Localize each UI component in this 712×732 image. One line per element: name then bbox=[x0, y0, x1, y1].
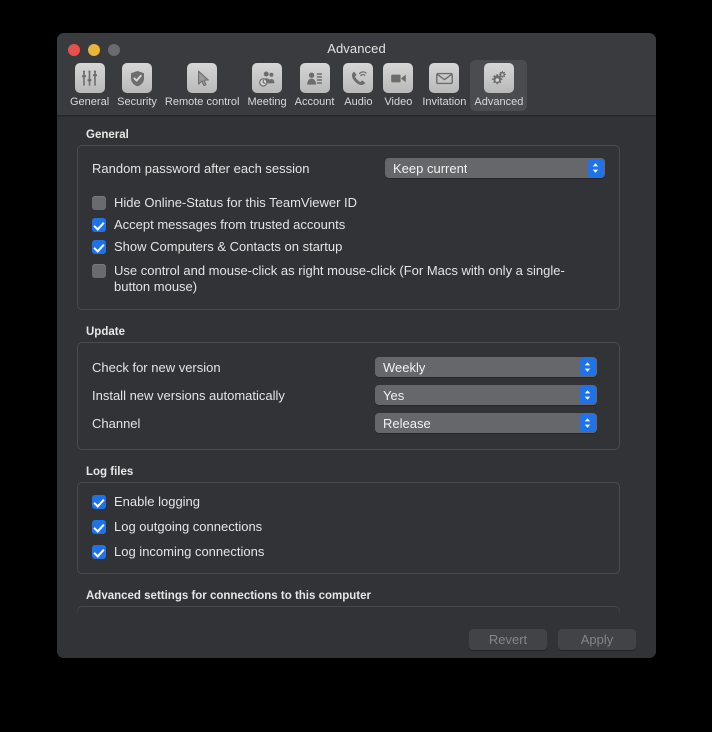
group-log-files: Log files Enable logging Log outgoing co… bbox=[77, 466, 620, 574]
tab-label: Video bbox=[384, 96, 413, 108]
window-title: Advanced bbox=[327, 41, 386, 56]
tab-account[interactable]: Account bbox=[291, 60, 339, 111]
install-automatically-label: Install new versions automatically bbox=[92, 387, 285, 403]
check-new-version-label: Check for new version bbox=[92, 359, 221, 375]
group-advanced-connections: Advanced settings for connections to thi… bbox=[77, 590, 620, 621]
cursor-arrow-icon bbox=[187, 63, 218, 93]
phone-waves-icon bbox=[343, 63, 374, 93]
envelope-icon bbox=[429, 63, 460, 93]
checkbox-label: Hide Online-Status for this TeamViewer I… bbox=[114, 195, 358, 210]
contact-card-icon bbox=[299, 63, 330, 93]
checkbox-row-hide-online-status[interactable]: Hide Online-Status for this TeamViewer I… bbox=[92, 195, 605, 211]
row-channel: Channel Release bbox=[92, 413, 605, 433]
install-automatically-value: Yes bbox=[383, 387, 405, 403]
checkbox-label: Enable logging bbox=[114, 494, 201, 509]
people-clock-icon bbox=[252, 63, 283, 93]
shield-check-icon bbox=[122, 63, 153, 93]
checkbox-hide-online-status[interactable] bbox=[92, 196, 106, 210]
channel-value: Release bbox=[383, 415, 431, 431]
checkbox-log-outgoing-connections[interactable] bbox=[92, 520, 106, 534]
group-title-general: General bbox=[86, 129, 129, 141]
group-body-update: Check for new version Weekly Install new… bbox=[77, 342, 620, 450]
window-titlebar: Advanced General Security Remote control… bbox=[57, 33, 656, 116]
check-new-version-dropdown[interactable]: Weekly bbox=[375, 357, 597, 377]
checkbox-row-accept-messages[interactable]: Accept messages from trusted accounts bbox=[92, 217, 605, 233]
tab-label: Meeting bbox=[247, 96, 287, 108]
tab-advanced[interactable]: Advanced bbox=[470, 60, 528, 111]
revert-button[interactable]: Revert bbox=[469, 629, 547, 650]
tab-label: Account bbox=[294, 96, 335, 108]
group-update: Update Check for new version Weekly Inst… bbox=[77, 326, 620, 450]
sliders-icon bbox=[74, 63, 105, 93]
chevron-updown-icon bbox=[579, 358, 596, 376]
checkbox-row-enable-logging[interactable]: Enable logging bbox=[92, 494, 605, 510]
checkbox-enable-logging[interactable] bbox=[92, 495, 106, 509]
gears-icon bbox=[483, 63, 514, 93]
tab-meeting[interactable]: Meeting bbox=[243, 60, 290, 111]
checkbox-label: Accept messages from trusted accounts bbox=[114, 217, 346, 232]
checkbox-show-computers-contacts[interactable] bbox=[92, 240, 106, 254]
chevron-updown-icon bbox=[579, 414, 596, 432]
checkbox-row-log-outgoing[interactable]: Log outgoing connections bbox=[92, 519, 605, 535]
check-new-version-value: Weekly bbox=[383, 359, 426, 375]
checkbox-row-control-click[interactable]: Use control and mouse-click as right mou… bbox=[92, 263, 605, 295]
tab-label: Invitation bbox=[422, 96, 467, 108]
tab-label: General bbox=[70, 96, 110, 108]
tab-audio[interactable]: Audio bbox=[338, 60, 378, 111]
checkbox-log-incoming-connections[interactable] bbox=[92, 545, 106, 559]
checkbox-label: Use control and mouse-click as right mou… bbox=[114, 263, 565, 294]
group-title-update: Update bbox=[86, 326, 125, 338]
group-general: General Random password after each sessi… bbox=[77, 129, 620, 310]
random-password-label: Random password after each session bbox=[92, 160, 310, 176]
install-automatically-dropdown[interactable]: Yes bbox=[375, 385, 597, 405]
apply-button[interactable]: Apply bbox=[558, 629, 636, 650]
checkbox-row-log-incoming[interactable]: Log incoming connections bbox=[92, 544, 605, 560]
tab-label: Advanced bbox=[474, 96, 524, 108]
row-install-automatically: Install new versions automatically Yes bbox=[92, 385, 605, 405]
checkbox-label: Show Computers & Contacts on startup bbox=[114, 239, 343, 254]
tab-label: Security bbox=[117, 96, 157, 108]
preferences-toolbar: General Security Remote control Meeting … bbox=[66, 60, 656, 111]
tab-general[interactable]: General bbox=[66, 60, 113, 111]
chevron-updown-icon bbox=[579, 386, 596, 404]
video-camera-icon bbox=[383, 63, 414, 93]
channel-dropdown[interactable]: Release bbox=[375, 413, 597, 433]
tab-invitation[interactable]: Invitation bbox=[418, 60, 470, 111]
tab-video[interactable]: Video bbox=[378, 60, 418, 111]
window-footer: Revert Apply bbox=[57, 621, 656, 658]
tab-remote-control[interactable]: Remote control bbox=[161, 60, 244, 111]
preferences-window: Advanced General Security Remote control… bbox=[57, 33, 656, 658]
chevron-updown-icon bbox=[587, 159, 604, 177]
group-body-advanced-connections: Access Control Full Access bbox=[77, 606, 620, 621]
group-title-advanced-connections: Advanced settings for connections to thi… bbox=[86, 590, 371, 602]
group-body-log-files: Enable logging Log outgoing connections … bbox=[77, 482, 620, 574]
checkbox-control-click-as-right-click[interactable] bbox=[92, 264, 106, 278]
row-check-new-version: Check for new version Weekly bbox=[92, 357, 605, 377]
tab-label: Audio bbox=[344, 96, 373, 108]
channel-label: Channel bbox=[92, 415, 141, 431]
checkbox-row-show-computers-contacts[interactable]: Show Computers & Contacts on startup bbox=[92, 239, 605, 255]
checkbox-label: Log outgoing connections bbox=[114, 519, 263, 534]
group-title-log-files: Log files bbox=[86, 466, 134, 478]
tab-security[interactable]: Security bbox=[113, 60, 161, 111]
random-password-dropdown[interactable]: Keep current bbox=[385, 158, 605, 178]
tab-label: Remote control bbox=[164, 96, 240, 108]
row-random-password: Random password after each session Keep … bbox=[92, 158, 605, 178]
preferences-content[interactable]: General Random password after each sessi… bbox=[57, 116, 656, 621]
checkbox-label: Log incoming connections bbox=[114, 544, 265, 559]
group-body-general: Random password after each session Keep … bbox=[77, 145, 620, 310]
checkbox-accept-messages[interactable] bbox=[92, 218, 106, 232]
random-password-value: Keep current bbox=[393, 160, 468, 176]
